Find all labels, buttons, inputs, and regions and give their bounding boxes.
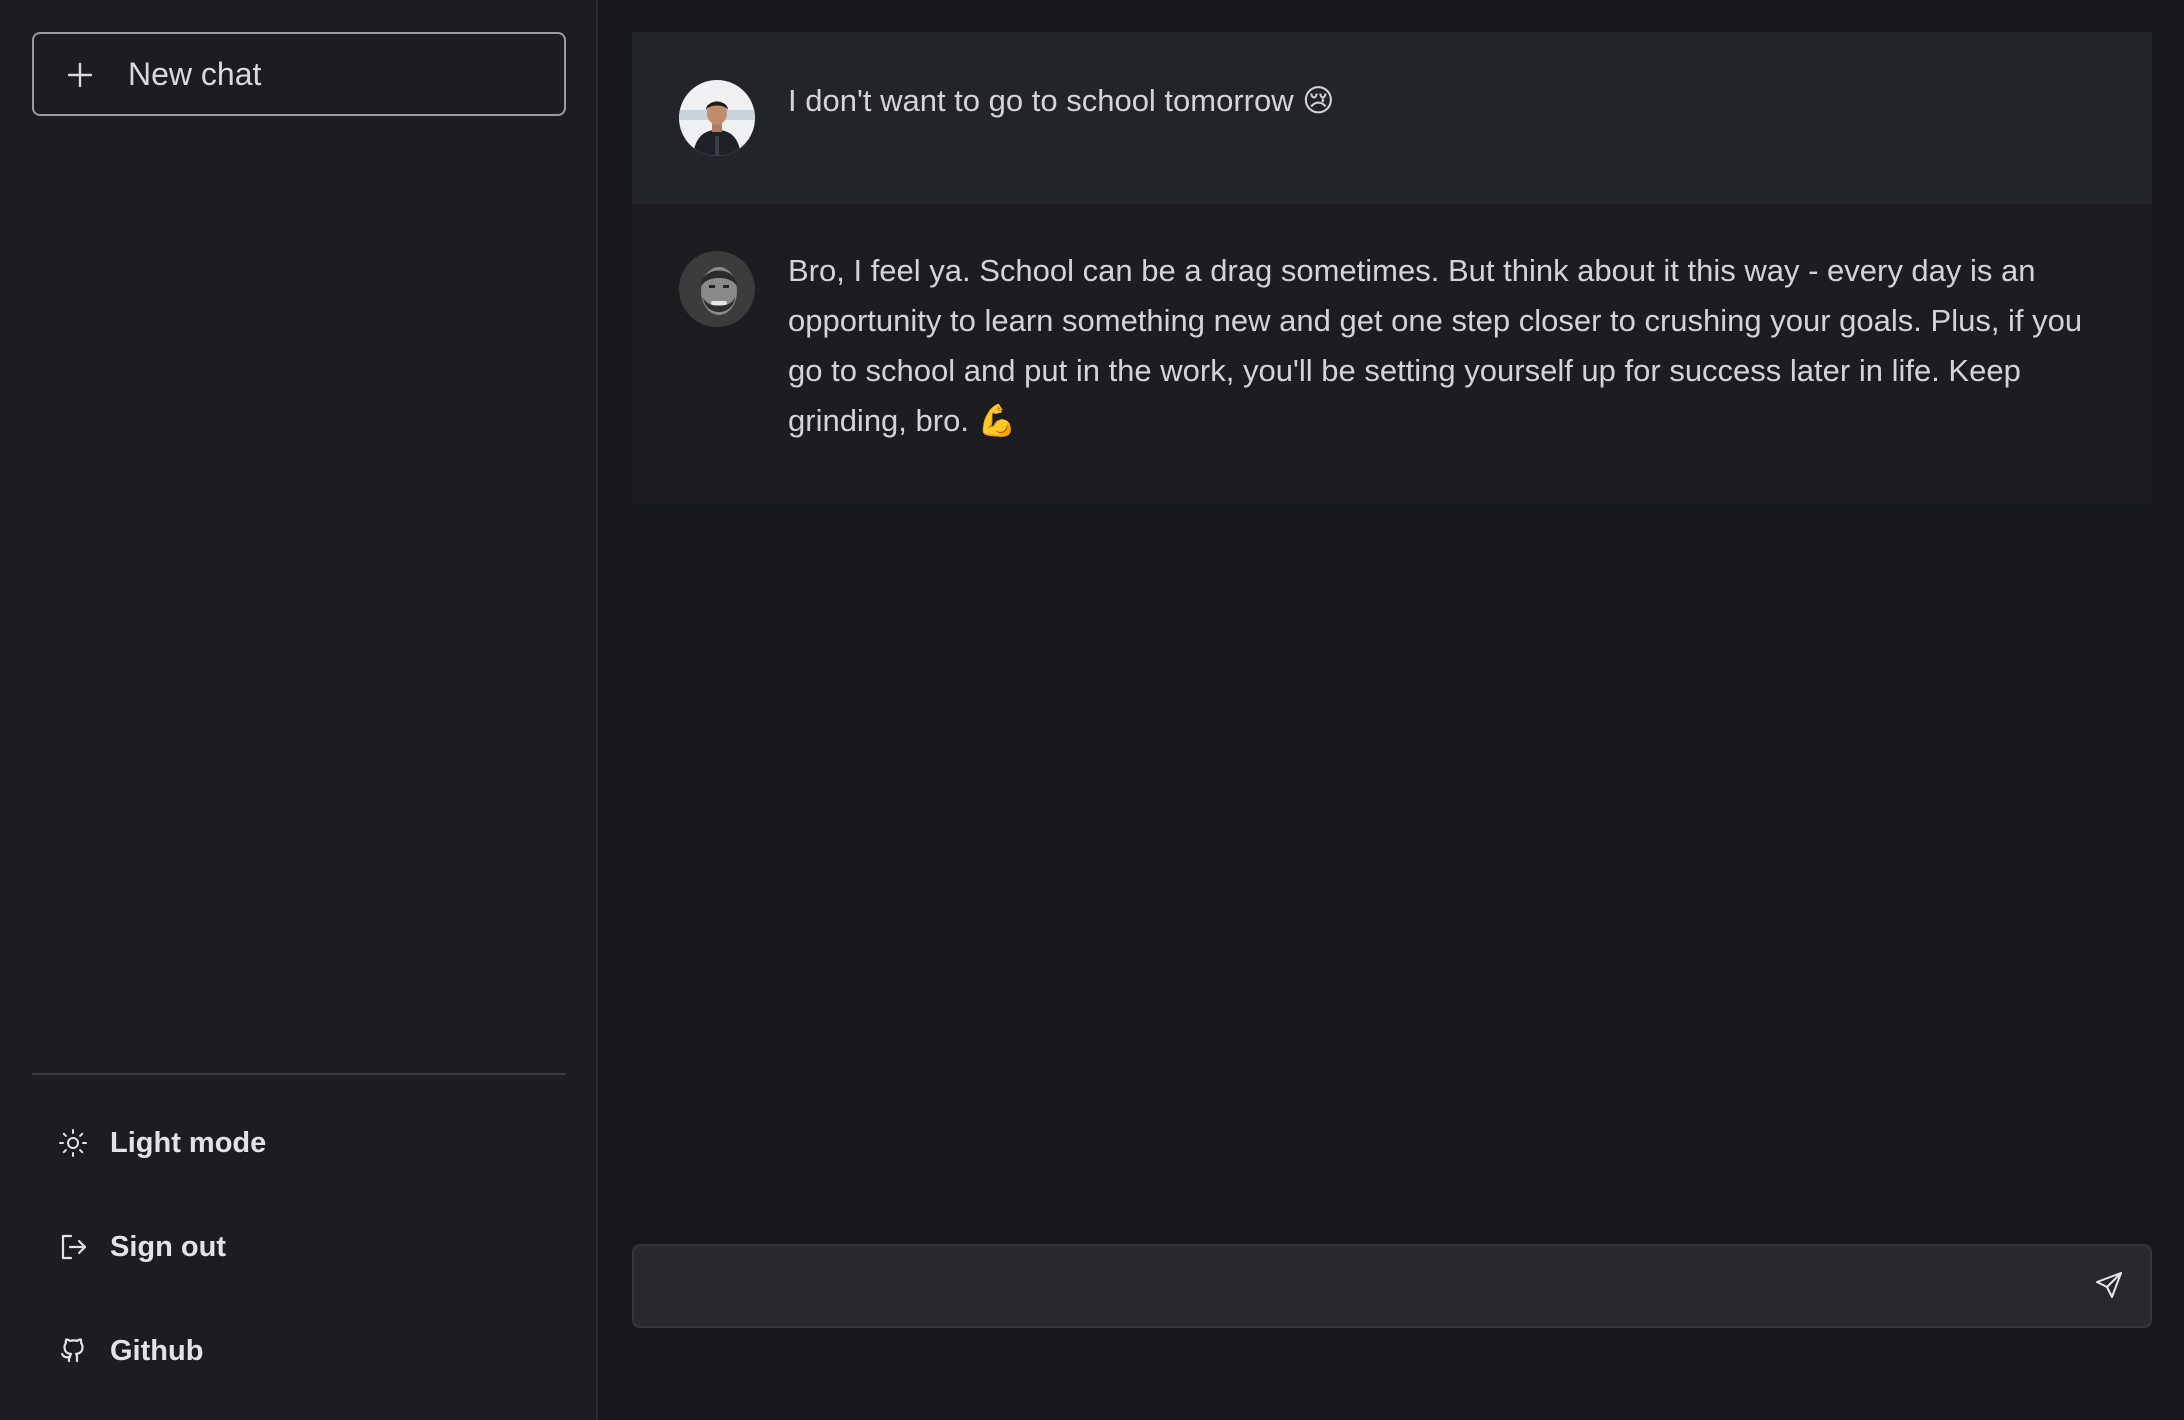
user-avatar [679,80,755,156]
github-icon [56,1334,90,1368]
new-chat-label: New chat [128,55,262,92]
message-composer [632,1244,2152,1328]
sign-out-label: Sign out [110,1230,226,1263]
app-window: New chat Light mode Sign out Github I do… [0,0,2184,1420]
send-button[interactable] [2090,1268,2128,1306]
assistant-message-text: Bro, I feel ya. School can be a drag som… [788,253,2083,438]
assistant-message: Bro, I feel ya. School can be a drag som… [632,204,2152,504]
light-mode-button[interactable]: Light mode [56,1113,556,1173]
sidebar: New chat Light mode Sign out Github [0,0,598,1420]
sun-icon [56,1126,90,1160]
user-message: I don't want to go to school tomorrow 😢 [632,32,2152,204]
sign-out-icon [56,1230,90,1264]
send-icon [2095,1271,2123,1304]
new-chat-button[interactable]: New chat [32,32,566,116]
message-input[interactable] [658,1246,2058,1326]
sidebar-divider [32,1073,566,1075]
plus-icon [66,60,94,88]
github-button[interactable]: Github [56,1321,556,1381]
github-label: Github [110,1334,204,1367]
light-mode-label: Light mode [110,1126,267,1159]
user-message-text: I don't want to go to school tomorrow 😢 [788,83,1335,118]
sign-out-button[interactable]: Sign out [56,1217,556,1277]
chat-main: I don't want to go to school tomorrow 😢 … [600,0,2184,1420]
bot-avatar [679,251,755,327]
